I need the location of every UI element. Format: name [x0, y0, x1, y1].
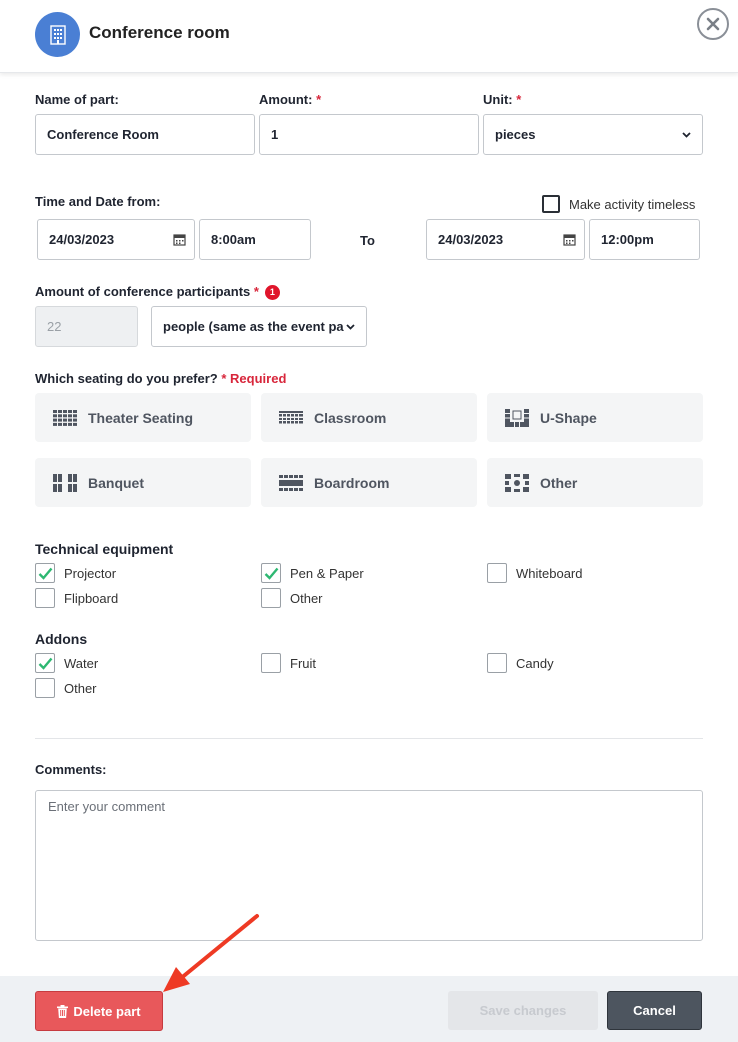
addon-fruit-checkbox[interactable]: Fruit [261, 653, 316, 673]
equipment-flipboard-checkbox[interactable]: Flipboard [35, 588, 118, 608]
checkbox-box[interactable] [487, 563, 507, 583]
participants-count-input: 22 [35, 306, 138, 347]
checkbox-label: Fruit [290, 655, 316, 671]
checkmark-icon [264, 567, 278, 580]
other-seating-icon [504, 473, 530, 492]
close-icon [706, 17, 720, 31]
seating-option-theater[interactable]: Theater Seating [35, 393, 251, 442]
checkbox-box[interactable] [35, 678, 55, 698]
seating-option-label: U-Shape [540, 409, 597, 426]
boardroom-icon [278, 474, 304, 492]
error-count-badge: 1 [264, 284, 280, 300]
seating-option-label: Other [540, 474, 578, 491]
checkmark-icon [38, 567, 52, 580]
addon-candy-checkbox[interactable]: Candy [487, 653, 554, 673]
modal-footer: Delete part Save changes Cancel [0, 976, 738, 1042]
checkbox-label: Other [290, 590, 323, 606]
to-time-input[interactable]: 12:00pm [589, 219, 700, 260]
seating-option-boardroom[interactable]: Boardroom [261, 458, 477, 507]
chevron-down-icon [682, 132, 691, 138]
equipment-other-checkbox[interactable]: Other [261, 588, 323, 608]
from-date-value: 24/03/2023 [49, 232, 115, 247]
addon-other-checkbox[interactable]: Other [35, 678, 97, 698]
comments-label: Comments: [35, 762, 107, 777]
seating-option-label: Theater Seating [88, 409, 194, 426]
timeless-label: Make activity timeless [569, 196, 696, 212]
close-button[interactable] [697, 8, 729, 40]
u-shape-icon [504, 408, 530, 427]
checkbox-label: Projector [64, 565, 117, 581]
seating-option-u-shape[interactable]: U-Shape [487, 393, 703, 442]
checkbox-label: Flipboard [64, 590, 119, 606]
calendar-icon [173, 234, 186, 246]
checkbox-box[interactable] [261, 563, 281, 583]
amount-label: Amount: * [259, 92, 322, 107]
delete-part-button[interactable]: Delete part [35, 991, 163, 1031]
unit-label: Unit: * [483, 92, 522, 107]
checkbox-label: Whiteboard [516, 565, 583, 581]
modal-title: Conference room [89, 23, 230, 42]
calendar-icon [563, 234, 576, 246]
amount-input[interactable]: 1 [259, 114, 479, 155]
checkbox-box[interactable] [487, 653, 507, 673]
cancel-button[interactable]: Cancel [607, 991, 702, 1030]
checkmark-icon [38, 657, 52, 670]
checkbox-label: Candy [516, 655, 554, 671]
to-date-input[interactable]: 24/03/2023 [426, 219, 585, 260]
seating-option-banquet[interactable]: Banquet [35, 458, 251, 507]
from-date-input[interactable]: 24/03/2023 [37, 219, 195, 260]
to-date-value: 24/03/2023 [438, 232, 504, 247]
participants-unit-value: people (same as the event pa [163, 319, 344, 334]
equipment-whiteboard-checkbox[interactable]: Whiteboard [487, 563, 582, 583]
equipment-projector-checkbox[interactable]: Projector [35, 563, 116, 583]
seating-label: Which seating do you prefer? * Required [35, 371, 287, 386]
checkbox-label: Other [64, 680, 97, 696]
checkbox-box[interactable] [261, 588, 281, 608]
timeless-checkbox-box[interactable] [542, 195, 560, 213]
to-label: To [360, 233, 375, 248]
trash-icon [57, 1004, 69, 1018]
make-activity-timeless-checkbox[interactable]: Make activity timeless [542, 195, 695, 213]
banquet-icon [52, 473, 78, 492]
unit-select-value: pieces [495, 127, 536, 142]
time-date-from-label: Time and Date from: [35, 194, 161, 209]
checkbox-box[interactable] [261, 653, 281, 673]
seating-option-other[interactable]: Other [487, 458, 703, 507]
classroom-icon [278, 409, 304, 427]
addons-label: Addons [35, 631, 88, 647]
unit-select[interactable]: pieces [483, 114, 703, 155]
from-time-input[interactable]: 8:00am [199, 219, 311, 260]
chevron-down-icon [345, 321, 356, 332]
participants-label: Amount of conference participants * 1 [35, 284, 280, 300]
checkbox-label: Water [64, 655, 99, 671]
modal-header: Conference room [0, 0, 738, 73]
seating-option-label: Banquet [88, 474, 144, 491]
checkbox-label: Pen & Paper [290, 565, 364, 581]
seating-option-label: Boardroom [314, 474, 390, 491]
technical-equipment-label: Technical equipment [35, 541, 174, 557]
checkbox-box[interactable] [35, 563, 55, 583]
checkbox-box[interactable] [35, 588, 55, 608]
name-of-part-input[interactable]: Conference Room [35, 114, 255, 155]
participants-unit-select[interactable]: people (same as the event pa [151, 306, 367, 347]
addon-water-checkbox[interactable]: Water [35, 653, 98, 673]
section-divider [35, 738, 703, 739]
theater-seating-icon [52, 409, 78, 427]
comments-textarea[interactable]: Enter your comment [35, 790, 703, 941]
delete-part-label: Delete part [73, 1003, 141, 1019]
seating-option-label: Classroom [314, 409, 387, 426]
checkbox-box[interactable] [35, 653, 55, 673]
name-of-part-label: Name of part: [35, 92, 119, 107]
equipment-pen-paper-checkbox[interactable]: Pen & Paper [261, 563, 364, 583]
seating-option-classroom[interactable]: Classroom [261, 393, 477, 442]
building-icon [35, 12, 80, 57]
save-changes-button[interactable]: Save changes [448, 991, 598, 1030]
